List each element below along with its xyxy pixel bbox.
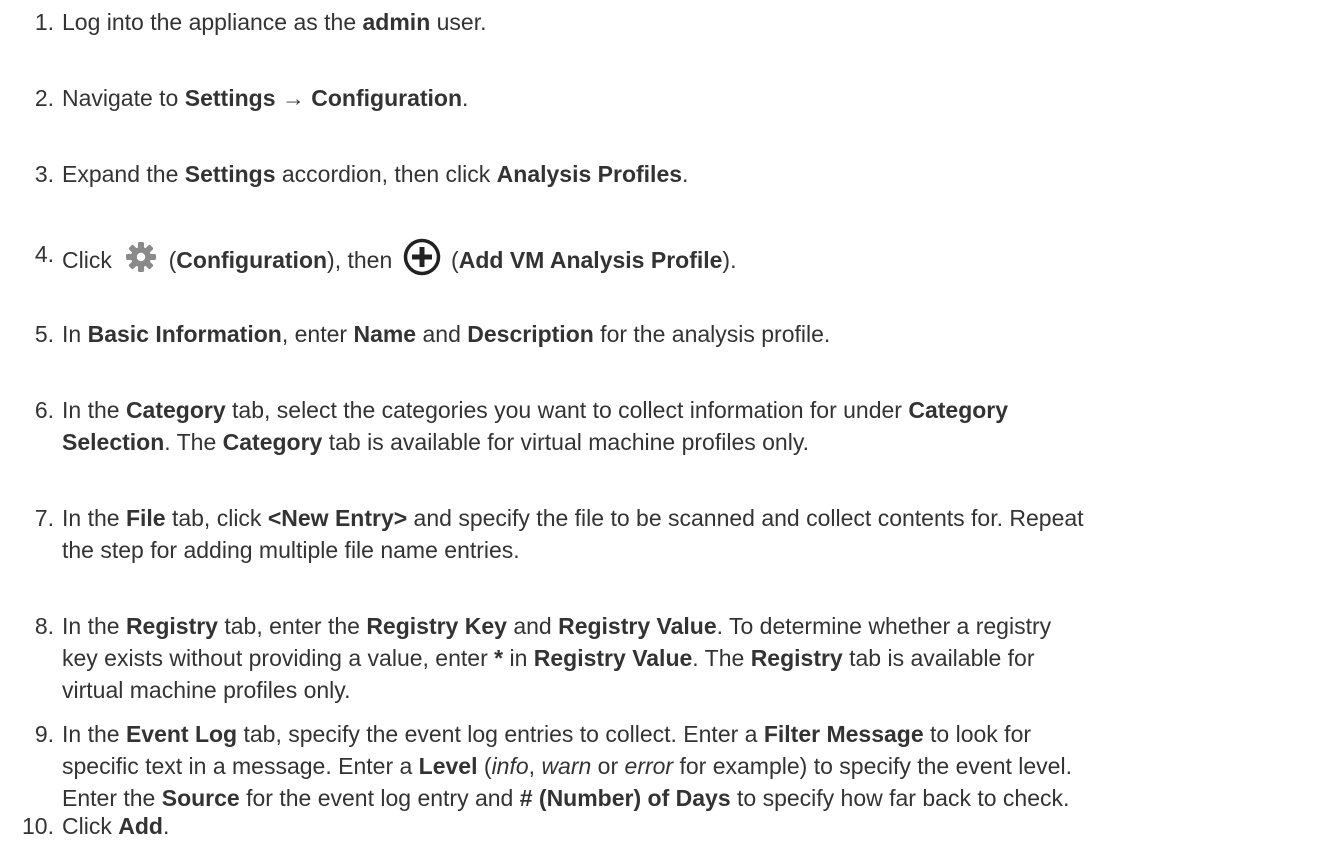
line: In the File tab, click <New Entry> and s… <box>62 505 1084 531</box>
line: In the Category tab, select the categori… <box>62 397 1009 423</box>
step-text: In the Event Log tab, specify the event … <box>62 718 1311 814</box>
step-text: In the File tab, click <New Entry> and s… <box>62 502 1311 566</box>
step-text: Log into the appliance as the admin user… <box>62 9 487 35</box>
line: key exists without providing a value, en… <box>62 645 1035 671</box>
line: the step for adding multiple file name e… <box>62 537 520 563</box>
line: In the Registry tab, enter the Registry … <box>62 613 1052 639</box>
step-text: In the Category tab, select the categori… <box>62 394 1311 458</box>
step-text: Click Add. <box>62 813 170 839</box>
line: In the Event Log tab, specify the event … <box>62 721 1032 747</box>
line: virtual machine profiles only. <box>62 677 351 703</box>
line: specific text in a message. Enter a Leve… <box>62 753 1072 779</box>
step-number: 5. <box>34 321 54 347</box>
step-text: Expand the Settings accordion, then clic… <box>62 161 689 187</box>
step-text: Click (Configuration), then (Add VM Anal… <box>62 238 1311 276</box>
add-circle-icon <box>403 238 440 276</box>
step-number: 3. <box>34 161 54 187</box>
step-text: Navigate to Settings → Configuration. <box>62 85 469 111</box>
step-text: In the Registry tab, enter the Registry … <box>62 610 1311 706</box>
line: Selection. The Category tab is available… <box>62 429 809 455</box>
step-number: 8. <box>34 613 54 639</box>
step-number: 1. <box>34 9 54 35</box>
step-text: In Basic Information, enter Name and Des… <box>62 321 831 347</box>
step-number: 7. <box>34 505 54 531</box>
step-number: 2. <box>34 85 54 111</box>
gear-icon <box>126 242 157 272</box>
step-number: 9. <box>34 721 54 747</box>
emphasis: admin <box>362 9 431 35</box>
step-number: 4. <box>34 241 54 267</box>
procedure-document: 1. Log into the appliance as the admin u… <box>0 0 1329 852</box>
step-number: 10. <box>22 813 54 839</box>
step-number: 6. <box>34 397 54 423</box>
